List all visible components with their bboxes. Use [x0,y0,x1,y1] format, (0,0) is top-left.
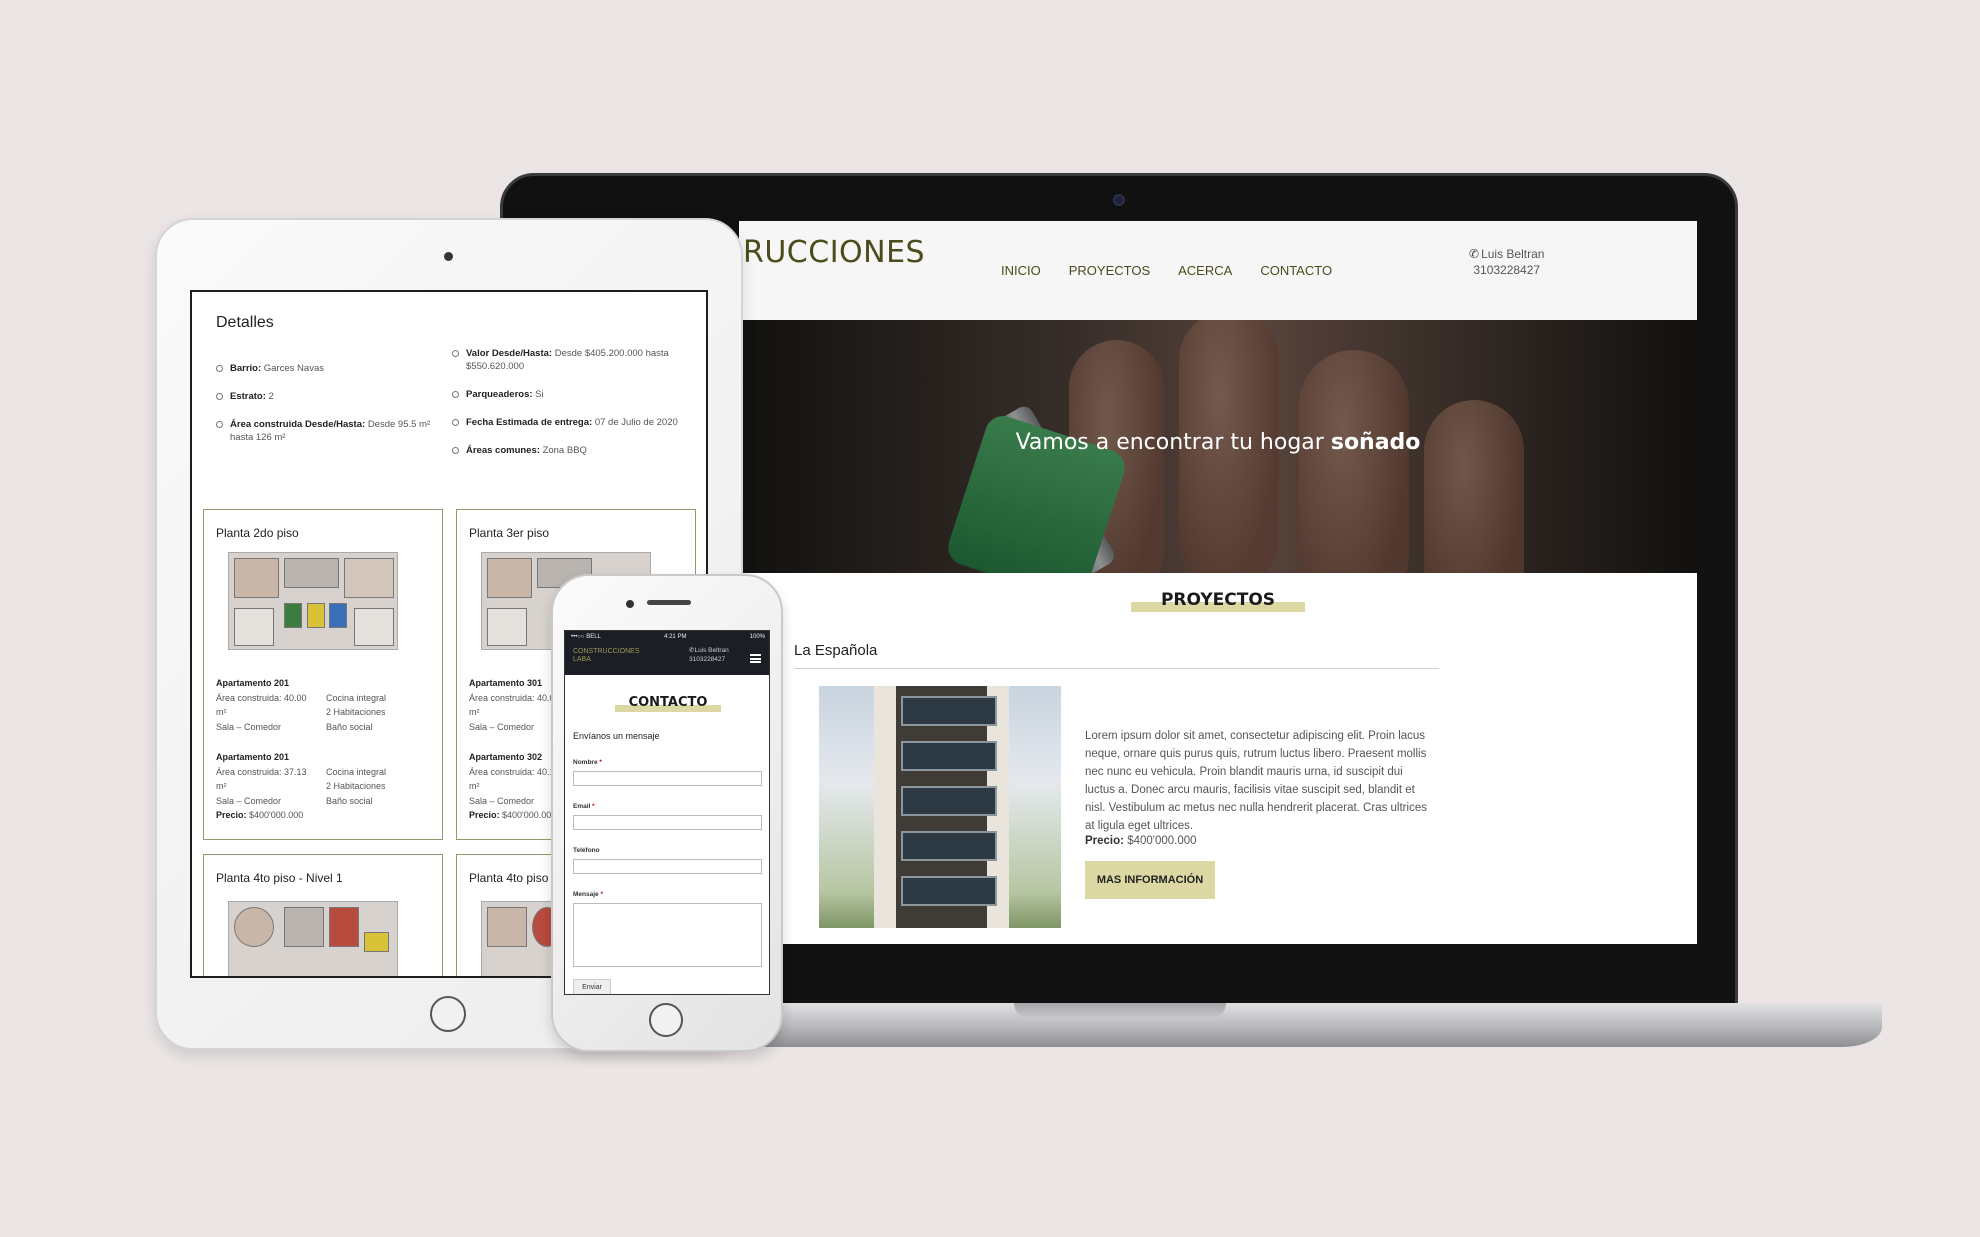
floor-plan-card: Planta 4to piso - Nivel 1 [203,854,443,976]
mensaje-field[interactable] [573,903,762,967]
contact-section-title: CONTACTO [614,695,722,712]
laptop-camera [1113,194,1125,206]
project-price: Precio: $400'000.000 [1085,835,1197,847]
card-title: Planta 4to piso [469,871,549,885]
apartment-info: Apartamento 201 Área construida: 37.13 m… [216,752,387,820]
phone-camera [626,600,634,608]
site-logo[interactable]: RUCCIONES [743,235,925,270]
site-header: RUCCIONES INICIO PROYECTOS ACERCA CONTAC… [739,221,1697,320]
hero-banner: Vamos a encontrar tu hogar soñado [739,320,1697,573]
contact-name: Luis Beltran [1481,247,1545,261]
status-bar: •••○○ BELL 4:21 PM 100% [565,631,769,643]
nombre-field[interactable] [573,771,762,786]
project-description: Lorem ipsum dolor sit amet, consectetur … [1085,730,1427,832]
detail-item: Valor Desde/Hasta: Desde $405.200.000 ha… [452,347,682,373]
detail-item: Áreas comunes: Zona BBQ [452,444,682,457]
send-button[interactable]: Enviar [573,979,611,994]
detail-item: Parqueaderos: Si [452,388,682,401]
detail-item: Área construida Desde/Hasta: Desde 95.5 … [216,418,446,444]
header-contact[interactable]: ✆ Luis Beltran 3103228427 [1469,246,1544,278]
divider [794,668,1439,669]
more-info-button[interactable]: MAS INFORMACIÓN [1085,861,1215,899]
tablet-camera [444,252,453,261]
mensaje-label: Mensaje * [573,891,603,898]
email-field[interactable] [573,815,762,830]
projects-section-title: PROYECTOS [1130,590,1306,612]
tablet-home-button [430,996,466,1032]
laptop-notch [1014,1003,1226,1019]
detail-item: Estrato: 2 [216,390,446,403]
details-title: Detalles [216,314,274,331]
nav-item-inicio[interactable]: INICIO [1001,263,1041,278]
form-subtitle: Envíanos un mensaje [573,731,660,741]
telefono-label: Teléfono [573,847,600,854]
nombre-label: Nombre * [573,759,602,766]
nav-item-proyectos[interactable]: PROYECTOS [1069,263,1150,278]
mobile-header: CONSTRUCCIONES LABA ✆Luis Beltran 310322… [565,643,769,675]
email-label: Email * [573,803,595,810]
phone-icon: ✆ [1469,247,1480,261]
phone-home-button [649,1003,683,1037]
details-list-left: Barrio: Garces Navas Estrato: 2 Área con… [216,362,446,459]
details-list-right: Valor Desde/Hasta: Desde $405.200.000 ha… [452,347,682,472]
phone-screen: •••○○ BELL 4:21 PM 100% CONSTRUCCIONES L… [564,630,770,995]
floor-plan-image[interactable] [228,552,398,650]
card-title: Planta 4to piso - Nivel 1 [216,871,343,885]
detail-item: Barrio: Garces Navas [216,362,446,375]
main-nav: INICIO PROYECTOS ACERCA CONTACTO [1001,263,1332,278]
card-title: Planta 2do piso [216,526,299,540]
hero-headline: Vamos a encontrar tu hogar soñado [1015,430,1421,455]
project-name[interactable]: La Española [794,642,877,659]
project-image[interactable] [819,686,1061,928]
mobile-contact[interactable]: ✆Luis Beltran 3103228427 [689,646,729,664]
nav-item-contacto[interactable]: CONTACTO [1260,263,1332,278]
nav-item-acerca[interactable]: ACERCA [1178,263,1232,278]
telefono-field[interactable] [573,859,762,874]
phone-speaker [647,600,691,605]
floor-plan-card: Planta 2do piso Apartamento 201 Área con… [203,509,443,840]
floor-plan-image[interactable] [228,901,398,976]
contact-phone: 3103228427 [1473,263,1541,277]
hamburger-menu-icon[interactable] [750,654,761,663]
laptop-screen: RUCCIONES INICIO PROYECTOS ACERCA CONTAC… [739,221,1697,944]
mobile-logo[interactable]: CONSTRUCCIONES LABA [573,648,640,664]
detail-item: Fecha Estimada de entrega: 07 de Julio d… [452,416,682,429]
card-title: Planta 3er piso [469,526,550,540]
apartment-info: Apartamento 201 Área construida: 40.00 m… [216,678,387,732]
